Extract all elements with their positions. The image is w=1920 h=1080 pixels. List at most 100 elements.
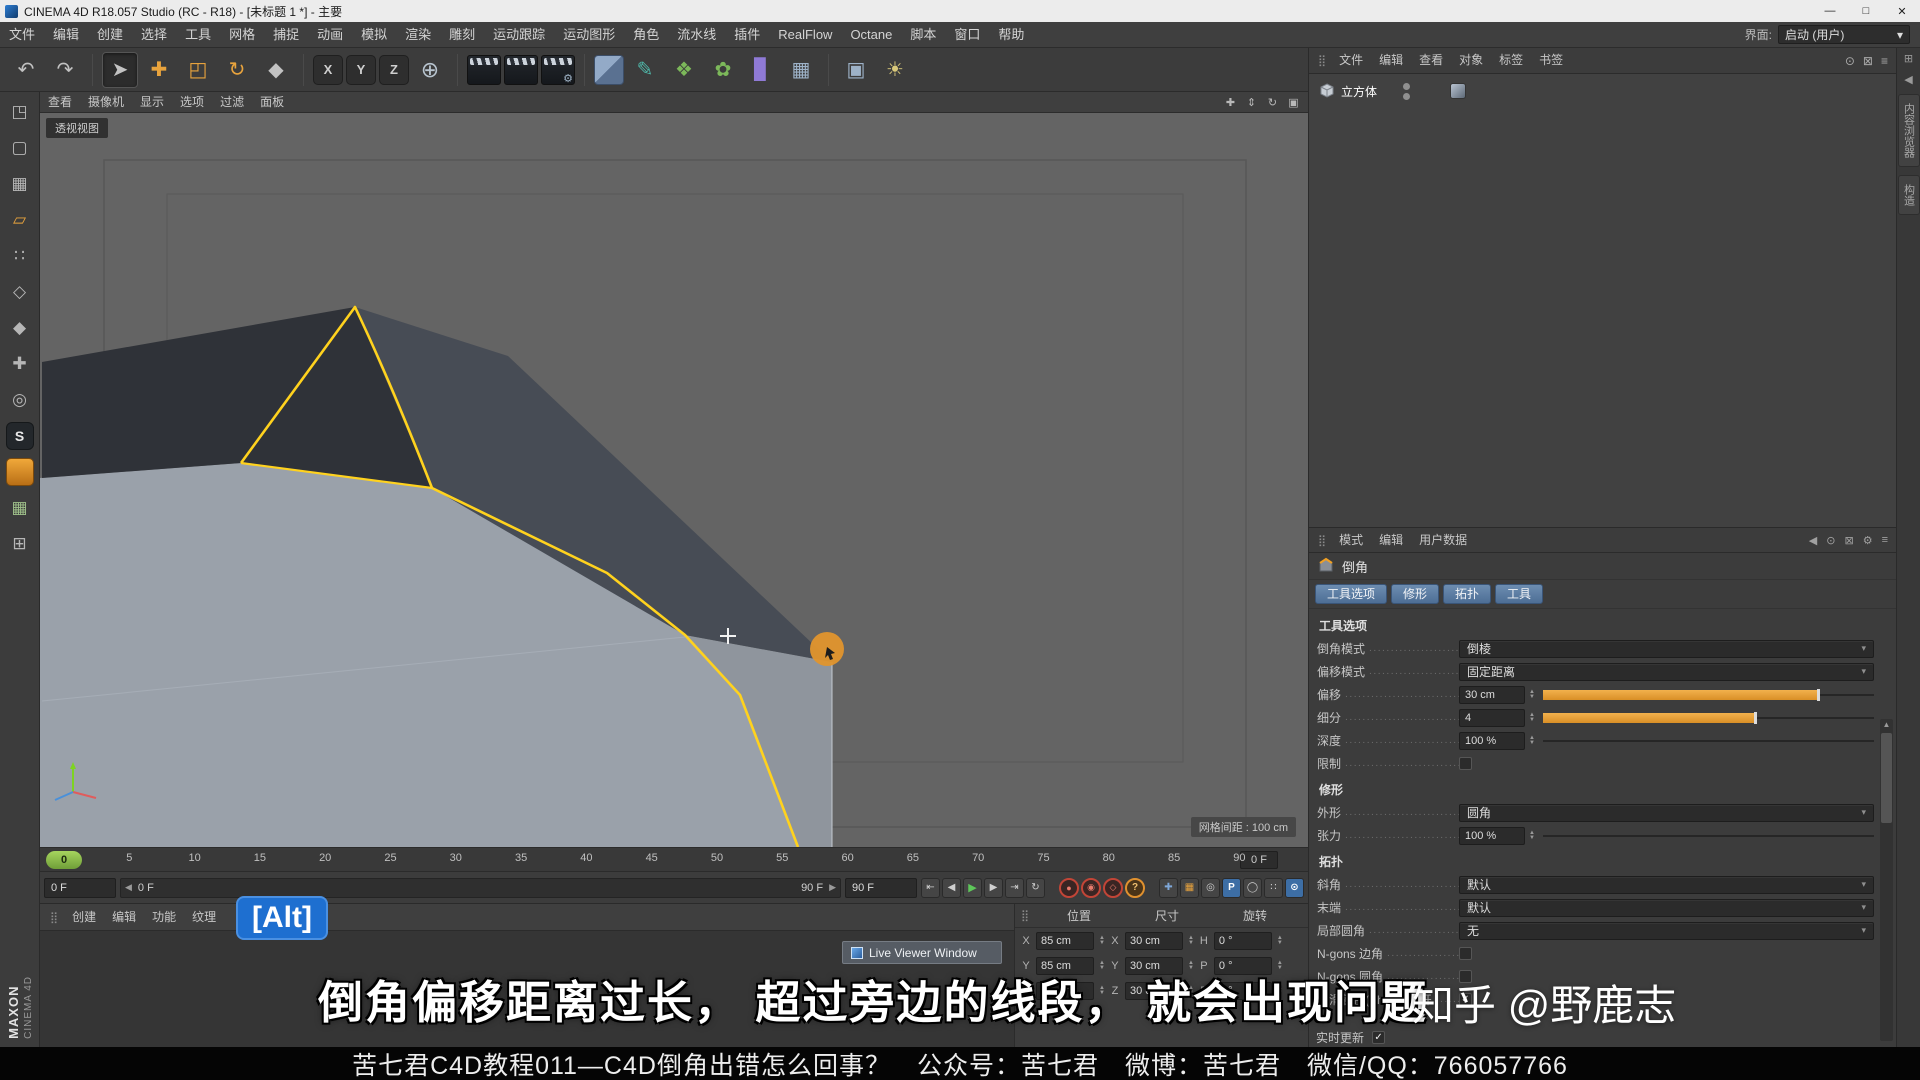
record-scale-toggle-button[interactable]: ▦ [1180,878,1199,898]
autokeying-button[interactable]: ◉ [1081,878,1101,898]
tension-slider[interactable] [1543,830,1874,842]
rotate-tool-icon[interactable]: ↻ [219,52,255,88]
object-manager-menu-2[interactable]: 查看 [1411,48,1451,73]
menubar-item-15[interactable]: 插件 [725,22,769,47]
last-used-tool-bevel-icon[interactable]: ◆ [258,52,294,88]
panel-grip-icon[interactable]: ⣿ [1021,909,1029,922]
undo-icon[interactable]: ↶ [8,52,44,88]
range-left-arrow-icon[interactable]: ◀ [125,882,132,893]
offset-input[interactable]: 30 cm [1459,686,1525,704]
current-frame-marker[interactable]: 0 [46,851,82,869]
menubar-item-8[interactable]: 模拟 [352,22,396,47]
menubar-item-0[interactable]: 文件 [0,22,44,47]
dock-tab-1[interactable]: 构造 [1898,175,1920,215]
size-x-input[interactable]: 30 cm [1125,932,1183,950]
zoom-view-icon[interactable]: ⇕ [1243,95,1260,110]
attribute-manager-menu-0[interactable]: 模式 [1331,528,1371,552]
object-manager-menu-4[interactable]: 标签 [1491,48,1531,73]
menubar-item-4[interactable]: 工具 [176,22,220,47]
materials-menu-1[interactable]: 编辑 [104,904,144,930]
position-x-input[interactable]: 85 cm [1036,932,1094,950]
spinner-icon[interactable]: ▲▼ [1529,690,1535,700]
record-position-toggle-button[interactable]: ✚ [1159,878,1178,898]
viewport-solo-icon[interactable]: ◎ [6,386,34,414]
object-manager-menu-1[interactable]: 编辑 [1371,48,1411,73]
ngons-corners-checkbox[interactable] [1459,947,1472,960]
viewport-menu-2[interactable]: 显示 [132,92,172,112]
range-right-arrow-icon[interactable]: ▶ [829,882,836,893]
edges-mode-icon[interactable]: ◇ [6,278,34,306]
object-manager-menu-3[interactable]: 对象 [1451,48,1491,73]
paint-bucket-icon[interactable] [6,458,34,486]
polygons-mode-icon[interactable]: ◆ [6,314,34,342]
search-icon[interactable]: ⊙ [1826,534,1835,547]
menubar-item-12[interactable]: 运动图形 [554,22,624,47]
partial-rounding-dropdown[interactable]: 无▾ [1459,922,1874,940]
record-parameter-toggle-button[interactable]: P [1222,878,1241,898]
menu-icon[interactable]: ≡ [1881,54,1888,68]
viewport-menu-4[interactable]: 过滤 [212,92,252,112]
spinner-icon[interactable]: ▲▼ [1529,736,1535,746]
move-tool-icon[interactable]: ✚ [141,52,177,88]
dock-pin-icon[interactable]: ⊞ [1904,52,1913,65]
go-to-start-button[interactable]: ⇤ [921,878,940,898]
play-mode-loop-button[interactable]: ↻ [1026,878,1045,898]
attribute-manager-menu-1[interactable]: 编辑 [1371,528,1411,552]
menubar-item-2[interactable]: 创建 [88,22,132,47]
start-frame-input[interactable]: 0 F [44,878,116,898]
menubar-item-14[interactable]: 流水线 [668,22,725,47]
texture-mode-icon[interactable]: ▦ [6,170,34,198]
menubar-item-18[interactable]: 脚本 [901,22,945,47]
points-mode-icon[interactable]: ∷ [6,242,34,270]
snap-badge-icon[interactable]: S [6,422,34,450]
menubar-item-5[interactable]: 网格 [220,22,264,47]
attribute-tab-2[interactable]: 拓扑 [1443,584,1491,604]
tension-input[interactable]: 100 % [1459,827,1525,845]
keyframe-selection-button[interactable]: ◇ [1103,878,1123,898]
play-forward-button[interactable]: ▶ [963,878,982,898]
enable-axis-mode-icon[interactable]: ✚ [6,350,34,378]
menu-icon[interactable]: ≡ [1882,534,1888,547]
attribute-scrollbar[interactable]: ▲ [1880,719,1893,1041]
record-keyframe-button[interactable]: ● [1059,878,1079,898]
menubar-item-13[interactable]: 角色 [624,22,668,47]
add-cube-primitive-icon[interactable] [594,55,624,85]
spinner-icon[interactable]: ▲▼ [1099,936,1105,946]
spinner-icon[interactable]: ▲▼ [1529,713,1535,723]
menubar-item-16[interactable]: RealFlow [769,22,841,47]
workplane-grid-icon[interactable]: ▦ [6,494,34,522]
shape-dropdown[interactable]: 圆角▾ [1459,804,1874,822]
z-axis-lock-icon[interactable]: Z [379,55,409,85]
attribute-manager-menu-2[interactable]: 用户数据 [1411,528,1475,552]
x-axis-lock-icon[interactable]: X [313,55,343,85]
materials-menu-0[interactable]: 创建 [64,904,104,930]
ruler-frame-field[interactable]: 0 F [1240,851,1278,869]
scale-tool-icon[interactable]: ◰ [180,52,216,88]
preview-range-slider[interactable]: ◀ 0 F 90 F ▶ [120,878,841,898]
ends-dropdown[interactable]: 默认▾ [1459,899,1874,917]
keyframe-preset-toggle-button[interactable]: ∷ [1264,878,1283,898]
model-mode-icon[interactable]: ▢ [6,134,34,162]
panel-grip-icon[interactable]: ⣿ [1318,534,1326,547]
viewport-menu-3[interactable]: 选项 [172,92,212,112]
object-manager-menu-5[interactable]: 书签 [1531,48,1571,73]
add-mograph-icon[interactable]: ✿ [705,52,741,88]
viewport-menu-5[interactable]: 面板 [252,92,292,112]
autokey-lock-toggle-button[interactable]: ⊙ [1285,878,1304,898]
viewport-canvas[interactable]: 透视视图 网格间距 : 100 cm [40,113,1308,847]
end-frame-input[interactable]: 90 F [845,878,917,898]
viewport-menu-0[interactable]: 查看 [40,92,80,112]
object-name[interactable]: 立方体 [1341,83,1377,100]
interface-dropdown[interactable]: 启动 (用户) ▾ [1778,25,1910,44]
pan-view-icon[interactable]: ✚ [1222,95,1239,110]
bevel-mode-dropdown[interactable]: 倒棱▾ [1459,640,1874,658]
maximize-button[interactable]: □ [1848,0,1884,22]
minimize-button[interactable]: — [1812,0,1848,22]
search-icon[interactable]: ⊙ [1845,54,1855,68]
panel-grip-icon[interactable]: ⣿ [50,911,58,924]
make-editable-icon[interactable]: ◳ [6,98,34,126]
next-frame-button[interactable]: ▶ [984,878,1003,898]
subdivision-slider[interactable] [1543,712,1874,724]
record-pla-toggle-button[interactable]: ◯ [1243,878,1262,898]
miter-dropdown[interactable]: 默认▾ [1459,876,1874,894]
